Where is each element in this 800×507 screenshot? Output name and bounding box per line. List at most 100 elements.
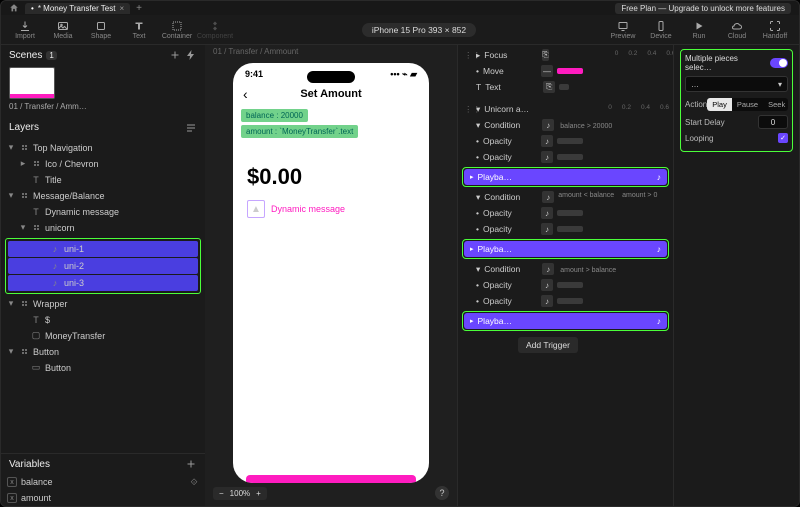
start-delay-input[interactable]: 0	[758, 115, 788, 129]
text-tool[interactable]: Text	[121, 20, 157, 40]
variables-header: Variables	[1, 454, 205, 474]
tl-cond2[interactable]: ▾Condition♪amount < balanceamount > 0	[462, 189, 669, 205]
layer-button-group[interactable]: ▾Button	[1, 344, 205, 360]
tl-unicorn[interactable]: ⋮⋮▾Unicorn a…00.20.40.60.81.0	[462, 101, 669, 117]
tl-move[interactable]: •Move—	[462, 63, 669, 79]
variable-amount[interactable]: xamount	[1, 490, 205, 506]
main: Scenes1 01 / Transfer / Amm… Layers ▾Top…	[1, 45, 799, 506]
action-segment[interactable]: Play Pause Seek	[707, 98, 788, 111]
titlebar: • * Money Transfer Test × + Free Plan — …	[1, 1, 799, 15]
layer-message-balance[interactable]: ▾Message/Balance	[1, 188, 205, 204]
add-trigger-button[interactable]: Add Trigger	[518, 337, 578, 353]
device-tool[interactable]: Device	[643, 20, 679, 40]
bolt-icon[interactable]	[185, 49, 197, 61]
tl-focus[interactable]: ⋮⋮▸Focus⎘00.20.40.60.81.0	[462, 47, 669, 63]
import-tool[interactable]: Import	[7, 20, 43, 40]
tl-op1a[interactable]: •Opacity♪	[462, 133, 669, 149]
inspector-highlight: Multiple pieces selec… …▾ Action Play Pa…	[680, 49, 793, 152]
close-icon[interactable]: ×	[119, 4, 124, 13]
tl-playback1-hl: ▸Playba…♪	[462, 167, 669, 187]
tl-op1b[interactable]: •Opacity♪	[462, 149, 669, 165]
start-delay-label: Start Delay	[685, 118, 725, 127]
tl-playback1[interactable]: ▸Playba…♪	[464, 169, 667, 185]
screen-title: Set Amount	[300, 88, 361, 100]
component-tool: Component	[197, 20, 233, 40]
media-tool[interactable]: Media	[45, 20, 81, 40]
timeline-panel: ⋮⋮▸Focus⎘00.20.40.60.81.0 •Move— TText⎘ …	[457, 45, 673, 506]
tl-text[interactable]: TText⎘	[462, 79, 669, 95]
amount-display: $0.00	[247, 164, 429, 190]
phone-header: ‹ Set Amount	[233, 82, 429, 106]
bottom-bar	[246, 475, 416, 483]
layer-unicorn[interactable]: ▾unicorn	[1, 220, 205, 236]
app-root: • * Money Transfer Test × + Free Plan — …	[0, 0, 800, 507]
target-dropdown[interactable]: …▾	[685, 76, 788, 92]
scenes-count: 1	[46, 51, 56, 60]
left-panel: Scenes1 01 / Transfer / Amm… Layers ▾Top…	[1, 45, 205, 506]
canvas[interactable]: 01 / Transfer / Ammount 9:41 ••• ⌁ ▰ ‹ S…	[205, 45, 457, 506]
dynamic-message-node[interactable]: ▲ Dynamic message	[247, 200, 429, 218]
lottie-icon: ▲	[247, 200, 265, 218]
zoom-control[interactable]: −100%+	[213, 487, 267, 500]
chevron-down-icon: ▾	[778, 80, 782, 89]
looping-label: Looping	[685, 134, 713, 143]
looping-checkbox[interactable]: ✓	[778, 133, 788, 143]
preview-tool[interactable]: Preview	[605, 20, 641, 40]
layers-header: Layers	[1, 118, 205, 138]
enable-toggle[interactable]	[770, 58, 788, 68]
layer-uni-1[interactable]: ♪uni-1	[8, 241, 198, 257]
layer-tree[interactable]: ▾Top Navigation ▸Ico / Chevron TTitle ▾M…	[1, 138, 205, 453]
chip-balance[interactable]: balance : 20000	[241, 109, 308, 122]
tl-cond1[interactable]: ▾Condition♪balance > 20000	[462, 117, 669, 133]
scene-thumbnail[interactable]	[9, 67, 55, 99]
toolbar: Import Media Shape Text Container Compon…	[1, 15, 799, 45]
layer-money-transfer[interactable]: ▢MoneyTransfer	[1, 328, 205, 344]
seg-play[interactable]: Play	[707, 98, 732, 111]
layer-dynamic-message[interactable]: TDynamic message	[1, 204, 205, 220]
tl-playback2[interactable]: ▸Playba…♪	[464, 241, 667, 257]
tl-cond3[interactable]: ▾Condition♪amount > balance	[462, 261, 669, 277]
add-variable-icon[interactable]	[185, 458, 197, 470]
container-tool[interactable]: Container	[159, 20, 195, 40]
variable-balance[interactable]: xbalance⟐	[1, 474, 205, 490]
back-chevron-icon[interactable]: ‹	[243, 86, 248, 102]
cloud-tool[interactable]: Cloud	[719, 20, 755, 40]
device-frame[interactable]: 9:41 ••• ⌁ ▰ ‹ Set Amount balance : 2000…	[233, 63, 429, 483]
upgrade-banner[interactable]: Free Plan — Upgrade to unlock more featu…	[615, 3, 791, 14]
home-icon[interactable]	[9, 3, 19, 13]
handoff-tool[interactable]: Handoff	[757, 20, 793, 40]
tab-title: * Money Transfer Test	[38, 4, 116, 13]
tl-op3a[interactable]: •Opacity♪	[462, 277, 669, 293]
layer-title[interactable]: TTitle	[1, 172, 205, 188]
breadcrumb: 01 / Transfer / Ammount	[213, 47, 298, 56]
new-tab-button[interactable]: +	[136, 3, 142, 14]
tl-op2a[interactable]: •Opacity♪	[462, 205, 669, 221]
tl-op3b[interactable]: •Opacity♪	[462, 293, 669, 309]
layer-ico-chevron[interactable]: ▸Ico / Chevron	[1, 156, 205, 172]
tl-playback3[interactable]: ▸Playba…♪	[464, 313, 667, 329]
action-label: Action	[685, 100, 707, 109]
layer-wrapper[interactable]: ▾Wrapper	[1, 296, 205, 312]
layer-uni-2[interactable]: ♪uni-2	[8, 258, 198, 274]
inspector-panel: Multiple pieces selec… …▾ Action Play Pa…	[673, 45, 799, 506]
device-selector[interactable]: iPhone 15 Pro 393 × 852	[362, 23, 476, 37]
seg-pause[interactable]: Pause	[732, 98, 763, 111]
link-icon: ⟐	[189, 477, 199, 487]
layer-button[interactable]: ▭Button	[1, 360, 205, 376]
layer-uni-3[interactable]: ♪uni-3	[8, 275, 198, 291]
layer-dollar[interactable]: T$	[1, 312, 205, 328]
selection-highlight: ♪uni-1 ♪uni-2 ♪uni-3	[5, 238, 201, 294]
chip-amount[interactable]: amount : `MoneyTransfer`.text	[241, 125, 358, 138]
tl-op2b[interactable]: •Opacity♪	[462, 221, 669, 237]
layer-top-navigation[interactable]: ▾Top Navigation	[1, 140, 205, 156]
file-tab[interactable]: • * Money Transfer Test ×	[25, 3, 130, 14]
layers-settings-icon[interactable]	[185, 122, 197, 134]
help-button[interactable]: ?	[435, 486, 449, 500]
run-tool[interactable]: Run	[681, 20, 717, 40]
scene-label: 01 / Transfer / Amm…	[1, 101, 205, 118]
add-scene-icon[interactable]	[169, 49, 181, 61]
inspector-title: Multiple pieces selec…	[685, 54, 766, 72]
shape-tool[interactable]: Shape	[83, 20, 119, 40]
tl-playback3-hl: ▸Playba…♪	[462, 311, 669, 331]
seg-seek[interactable]: Seek	[763, 98, 788, 111]
